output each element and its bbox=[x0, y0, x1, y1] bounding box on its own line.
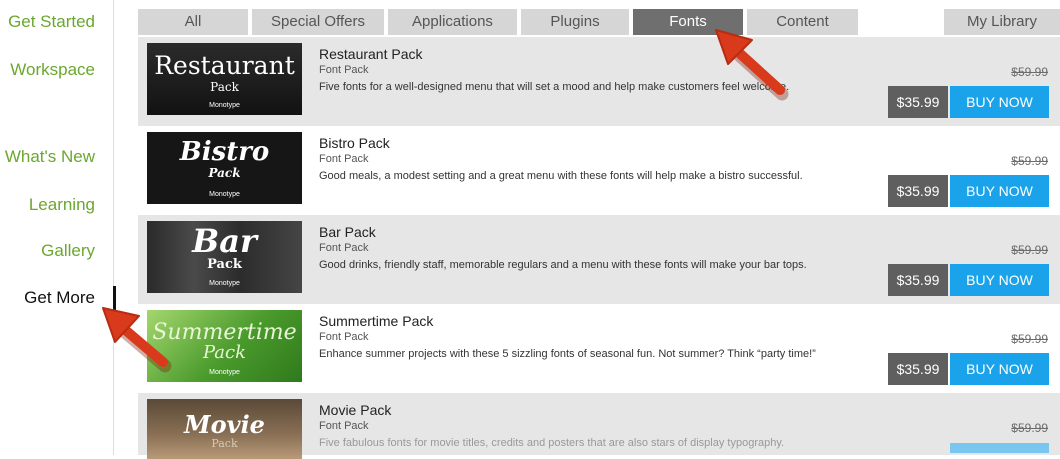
product-name[interactable]: Summertime Pack bbox=[319, 313, 859, 330]
tab-plugins[interactable]: Plugins bbox=[521, 9, 629, 35]
product-description: Good drinks, friendly staff, memorable r… bbox=[319, 259, 807, 271]
product-thumbnail[interactable]: Movie Pack bbox=[147, 399, 302, 459]
buy-now-button[interactable]: BUY NOW bbox=[950, 353, 1049, 385]
product-name[interactable]: Bar Pack bbox=[319, 224, 859, 241]
product-thumbnail[interactable]: Bistro Pack Monotype bbox=[147, 132, 302, 204]
thumbnail-title: Movie bbox=[184, 410, 265, 439]
product-type: Font Pack bbox=[319, 331, 369, 343]
product-info: Movie Pack Font Pack Five fabulous fonts… bbox=[319, 402, 859, 450]
thumbnail-brand: Monotype bbox=[209, 102, 240, 109]
buy-now-button[interactable]: BUY NOW bbox=[950, 86, 1049, 118]
category-tabs: All Special Offers Applications Plugins … bbox=[138, 9, 1060, 35]
sidebar: Get Started Workspace What's New Learnin… bbox=[0, 0, 113, 455]
buy-now-button[interactable]: BUY NOW bbox=[950, 175, 1049, 207]
active-item-marker bbox=[113, 286, 116, 312]
thumbnail-title: Bistro bbox=[179, 137, 270, 167]
sidebar-item-get-more[interactable]: Get More bbox=[0, 288, 113, 308]
original-price: $59.99 bbox=[1011, 243, 1048, 257]
original-price: $59.99 bbox=[1011, 65, 1048, 79]
sale-price: $35.99 bbox=[888, 264, 948, 296]
product-description: Five fabulous fonts for movie titles, cr… bbox=[319, 437, 785, 449]
sidebar-divider bbox=[113, 0, 114, 455]
sidebar-item-learning[interactable]: Learning bbox=[0, 195, 113, 215]
product-name[interactable]: Movie Pack bbox=[319, 402, 859, 419]
product-type: Font Pack bbox=[319, 242, 369, 254]
product-description: Good meals, a modest setting and a great… bbox=[319, 170, 803, 182]
thumbnail-brand: Monotype bbox=[209, 191, 240, 198]
product-row: Movie Pack Movie Pack Font Pack Five fab… bbox=[138, 393, 1060, 459]
sidebar-item-get-started[interactable]: Get Started bbox=[0, 12, 113, 32]
tab-content[interactable]: Content bbox=[747, 9, 858, 35]
sale-price: $35.99 bbox=[888, 353, 948, 385]
sidebar-item-whats-new[interactable]: What's New bbox=[0, 147, 113, 167]
thumbnail-subtitle: Pack bbox=[208, 166, 241, 180]
buy-now-button[interactable]: BUY NOW bbox=[950, 264, 1049, 296]
tab-my-library[interactable]: My Library bbox=[944, 9, 1060, 35]
product-name[interactable]: Restaurant Pack bbox=[319, 46, 859, 63]
thumbnail-brand: Monotype bbox=[209, 280, 240, 287]
product-info: Bar Pack Font Pack Good drinks, friendly… bbox=[319, 224, 859, 272]
sale-price: $35.99 bbox=[888, 175, 948, 207]
product-row: Restaurant Pack Monotype Restaurant Pack… bbox=[138, 37, 1060, 126]
thumbnail-title: Bar bbox=[192, 222, 257, 260]
product-type: Font Pack bbox=[319, 420, 369, 432]
original-price: $59.99 bbox=[1011, 421, 1048, 435]
sale-price: $35.99 bbox=[888, 86, 948, 118]
product-type: Font Pack bbox=[319, 64, 369, 76]
sidebar-item-gallery[interactable]: Gallery bbox=[0, 241, 113, 261]
product-row: Bistro Pack Monotype Bistro Pack Font Pa… bbox=[138, 126, 1060, 215]
tab-fonts[interactable]: Fonts bbox=[633, 9, 743, 35]
thumbnail-title: Restaurant bbox=[154, 51, 295, 80]
product-info: Restaurant Pack Font Pack Five fonts for… bbox=[319, 46, 859, 94]
product-description: Five fonts for a well-designed menu that… bbox=[319, 81, 790, 93]
tab-applications[interactable]: Applications bbox=[388, 9, 517, 35]
thumbnail-subtitle: Pack bbox=[202, 342, 247, 363]
tab-all[interactable]: All bbox=[138, 9, 248, 35]
thumbnail-subtitle: Pack bbox=[211, 437, 238, 450]
product-row: Summertime Pack Monotype Summertime Pack… bbox=[138, 304, 1060, 393]
product-info: Bistro Pack Font Pack Good meals, a mode… bbox=[319, 135, 859, 183]
product-description: Enhance summer projects with these 5 siz… bbox=[319, 348, 816, 360]
product-thumbnail[interactable]: Restaurant Pack Monotype bbox=[147, 43, 302, 115]
original-price: $59.99 bbox=[1011, 332, 1048, 346]
sidebar-item-workspace[interactable]: Workspace bbox=[0, 60, 113, 80]
tab-special-offers[interactable]: Special Offers bbox=[252, 9, 384, 35]
original-price: $59.99 bbox=[1011, 154, 1048, 168]
product-thumbnail[interactable]: Summertime Pack Monotype bbox=[147, 310, 302, 382]
product-type: Font Pack bbox=[319, 153, 369, 165]
thumbnail-brand: Monotype bbox=[209, 369, 240, 376]
thumbnail-subtitle: Pack bbox=[210, 80, 239, 94]
product-info: Summertime Pack Font Pack Enhance summer… bbox=[319, 313, 859, 361]
buy-now-button[interactable] bbox=[950, 443, 1049, 453]
thumbnail-subtitle: Pack bbox=[207, 257, 242, 272]
product-name[interactable]: Bistro Pack bbox=[319, 135, 859, 152]
product-row: Bar Pack Monotype Bar Pack Font Pack Goo… bbox=[138, 215, 1060, 304]
product-thumbnail[interactable]: Bar Pack Monotype bbox=[147, 221, 302, 293]
